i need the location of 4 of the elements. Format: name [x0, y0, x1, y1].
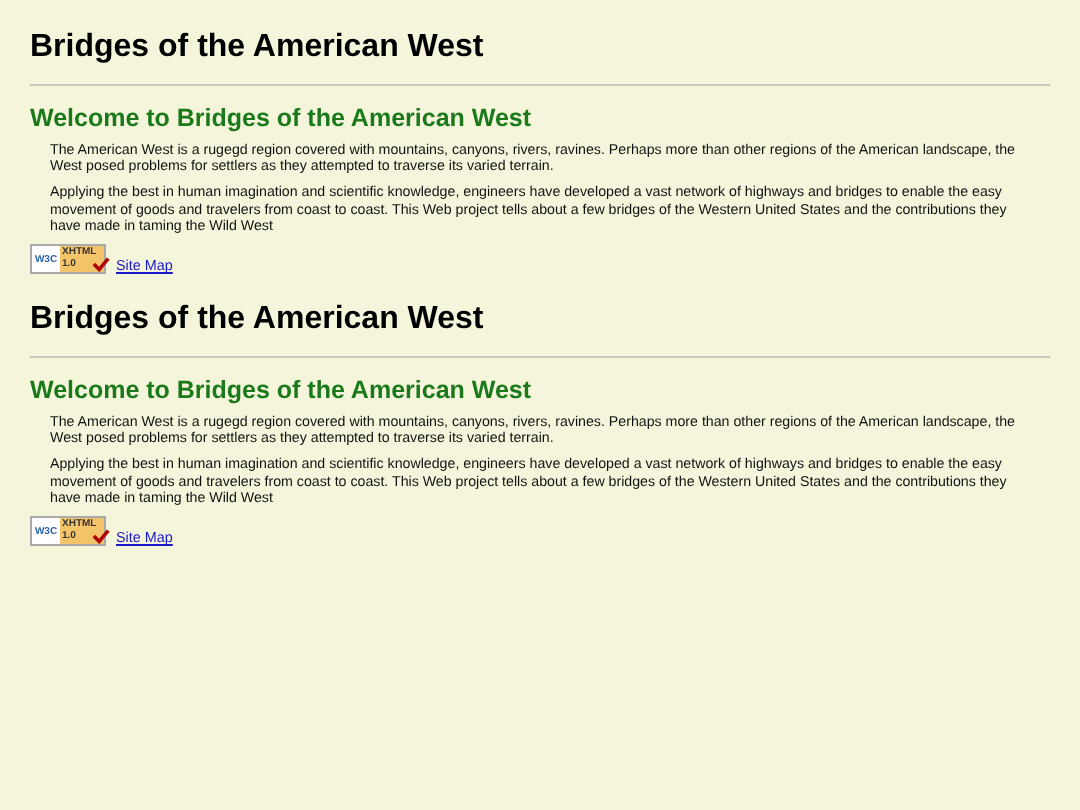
page-title: Bridges of the American West: [30, 30, 486, 66]
section-heading: Welcome to Bridges of the American West: [30, 376, 534, 405]
page-title: Bridges of the American West: [30, 302, 486, 339]
section-heading: Welcome to Bridges of the American West: [30, 104, 534, 132]
